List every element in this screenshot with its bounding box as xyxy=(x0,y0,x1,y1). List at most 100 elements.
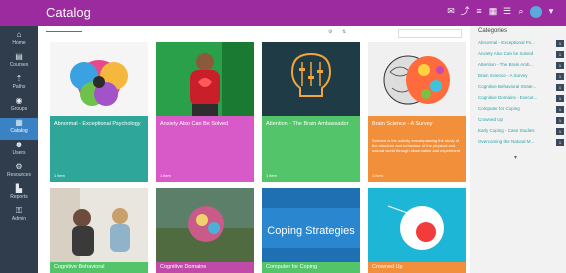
category-count: 1 xyxy=(556,139,564,146)
share-icon[interactable]: ⤴ xyxy=(460,6,470,16)
category-count: 1 xyxy=(556,117,564,124)
sidebar-item-label: Courses xyxy=(9,62,29,68)
card-image xyxy=(50,42,148,116)
card-title: Brain Science - A Survey xyxy=(372,121,433,127)
category-item[interactable]: Cognitive Behavioral Strate... 1 xyxy=(478,84,564,92)
course-card[interactable]: Anxiety Also Can Be Solved 1 item xyxy=(156,42,254,182)
chevron-down-icon[interactable]: ▾ xyxy=(514,154,517,161)
reports-icon: ▙ xyxy=(15,184,23,193)
top-bar: Catalog ✉ ⤴ ≡ ▦ ☰ ⌕ ▾ xyxy=(0,0,566,26)
course-card[interactable]: Cognitive Domains xyxy=(156,188,254,273)
category-label: Crowned Up xyxy=(478,117,504,122)
category-count: 1 xyxy=(556,95,564,102)
category-item[interactable]: Brain Science - A Survey 1 xyxy=(478,73,564,81)
user-avatar[interactable] xyxy=(530,6,542,18)
category-item[interactable]: Early Coping - Case Studies 1 xyxy=(478,128,564,136)
list-alt-icon[interactable]: ☰ xyxy=(502,6,512,16)
paths-icon: ⇡ xyxy=(15,74,23,83)
list-icon[interactable]: ≡ xyxy=(474,6,484,16)
category-count: 1 xyxy=(556,73,564,80)
sidebar-item-users[interactable]: ☻ Users xyxy=(0,140,38,162)
card-image-text: Coping Strategies xyxy=(267,225,355,237)
resources-icon: ⚙ xyxy=(15,162,23,171)
course-card[interactable]: Abnormal - Exceptional Psychology 1 item xyxy=(50,42,148,182)
catalog-icon: ▦ xyxy=(15,118,23,127)
card-items-count: 1 item xyxy=(160,173,171,178)
top-icons: ✉ ⤴ ≡ ▦ ☰ ⌕ ▾ xyxy=(446,6,556,18)
sidebar-item-groups[interactable]: ◉ Groups xyxy=(0,96,38,118)
category-label: Brain Science - A Survey xyxy=(478,73,528,78)
sidebar-item-label: Admin xyxy=(11,216,27,222)
sidebar-item-catalog[interactable]: ▦ Catalog xyxy=(0,118,38,140)
sort-icon[interactable]: ⇅ xyxy=(342,29,346,35)
toolbar: ⚙ ⇅ xyxy=(328,29,462,38)
active-tab-indicator xyxy=(46,31,82,32)
card-body: Crowned Up xyxy=(368,262,466,273)
card-image xyxy=(262,42,360,116)
card-body: Abnormal - Exceptional Psychology 1 item xyxy=(50,116,148,182)
sidebar-item-label: Users xyxy=(12,150,26,156)
card-title: Cognitive Behavioral xyxy=(54,264,105,270)
users-icon: ☻ xyxy=(14,140,24,149)
card-title: Attention - The Brain Ambassador xyxy=(266,121,349,127)
card-body: Computer for Coping xyxy=(262,262,360,273)
category-label: Abnormal - Exceptional Ps... xyxy=(478,40,535,45)
card-items-count: 1 item xyxy=(54,173,65,178)
card-image xyxy=(368,188,466,262)
sidebar-item-home[interactable]: ⌂ Home xyxy=(0,30,38,52)
card-description: Science is the activity encompassing the… xyxy=(372,138,461,153)
category-count: 1 xyxy=(556,106,564,113)
category-item[interactable]: Abnormal - Exceptional Ps... 1 xyxy=(478,40,564,48)
sidebar-item-paths[interactable]: ⇡ Paths xyxy=(0,74,38,96)
category-label: Anxiety Also Can be Solved xyxy=(478,51,534,56)
courses-icon: ▤ xyxy=(15,52,23,61)
sidebar-item-resources[interactable]: ⚙ Resources xyxy=(0,162,38,184)
home-icon: ⌂ xyxy=(16,30,22,39)
sidebar-item-label: Groups xyxy=(10,106,28,112)
category-label: Early Coping - Case Studies xyxy=(478,128,535,133)
category-item[interactable]: Overcoming the Natural M... 1 xyxy=(478,139,564,147)
category-label: Cognitive Domains - Execut... xyxy=(478,95,538,100)
card-title: Abnormal - Exceptional Psychology xyxy=(54,121,141,127)
card-image: Coping Strategies xyxy=(262,188,360,262)
category-item[interactable]: Crowned Up 1 xyxy=(478,117,564,125)
category-label: Cognitive Behavioral Strate... xyxy=(478,84,537,89)
category-label: Computer for Coping xyxy=(478,106,520,111)
mail-icon[interactable]: ✉ xyxy=(446,6,456,16)
sidebar-item-label: Catalog xyxy=(10,128,28,134)
category-item[interactable]: Computer for Coping 1 xyxy=(478,106,564,114)
grid-icon[interactable]: ▦ xyxy=(488,6,498,16)
main-content: ⚙ ⇅ Abnormal - Exceptional Psychology 1 … xyxy=(38,26,470,273)
category-item[interactable]: Attention - The Brain Amb... 1 xyxy=(478,62,564,70)
card-title: Anxiety Also Can Be Solved xyxy=(160,121,229,127)
category-count: 1 xyxy=(556,128,564,135)
category-label: Overcoming the Natural M... xyxy=(478,139,535,144)
course-card[interactable]: Attention - The Brain Ambassador 1 item xyxy=(262,42,360,182)
category-count: 1 xyxy=(556,40,564,47)
card-title: Cognitive Domains xyxy=(160,264,207,270)
category-item[interactable]: Cognitive Domains - Execut... 1 xyxy=(478,95,564,103)
app-window: Catalog ✉ ⤴ ≡ ▦ ☰ ⌕ ▾ ⌂ Home ▤ Courses ⇡… xyxy=(0,0,566,273)
card-image xyxy=(368,42,466,116)
course-card[interactable]: Crowned Up xyxy=(368,188,466,273)
card-body: Cognitive Behavioral xyxy=(50,262,148,273)
card-title: Computer for Coping xyxy=(266,264,318,270)
card-body: Brain Science - A Survey Science is the … xyxy=(368,116,466,182)
categories-heading: Categories xyxy=(478,28,508,34)
card-body: Anxiety Also Can Be Solved 1 item xyxy=(156,116,254,182)
course-card[interactable]: Brain Science - A Survey Science is the … xyxy=(368,42,466,182)
search-input[interactable] xyxy=(398,29,462,38)
card-items-count: 1 item xyxy=(266,173,277,178)
category-item[interactable]: Anxiety Also Can be Solved 1 xyxy=(478,51,564,59)
search-icon[interactable]: ⌕ xyxy=(516,6,526,16)
course-card[interactable]: Coping Strategies Computer for Coping xyxy=(262,188,360,273)
sidebar-item-label: Paths xyxy=(12,84,26,90)
sidebar-item-courses[interactable]: ▤ Courses xyxy=(0,52,38,74)
sidebar-item-label: Home xyxy=(12,40,26,46)
chevron-down-icon[interactable]: ▾ xyxy=(546,6,556,16)
sidebar-item-admin[interactable]: ⚿ Admin xyxy=(0,206,38,228)
card-body: Attention - The Brain Ambassador 1 item xyxy=(262,116,360,182)
settings-icon[interactable]: ⚙ xyxy=(328,29,332,35)
course-card[interactable]: Cognitive Behavioral xyxy=(50,188,148,273)
sidebar-item-reports[interactable]: ▙ Reports xyxy=(0,184,38,206)
